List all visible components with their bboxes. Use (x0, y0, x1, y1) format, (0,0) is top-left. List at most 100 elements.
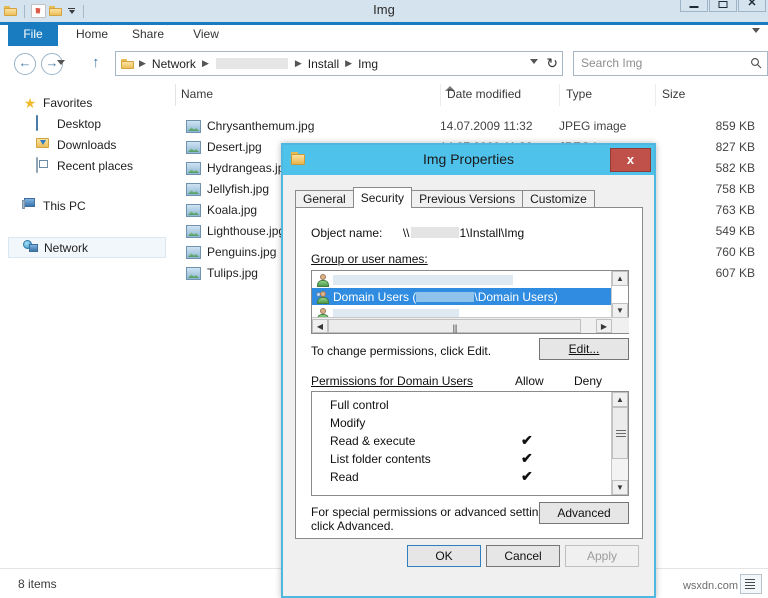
column-headers: Name Date modified Type Size (175, 84, 768, 107)
file-size: 859 KB (605, 119, 755, 133)
list-item[interactable]: Domain Users (\Domain Users) (312, 288, 611, 305)
user-domain-redacted (416, 292, 474, 302)
breadcrumb-sep-1: ▶ (198, 58, 213, 69)
advanced-button[interactable]: Advanced (539, 502, 629, 524)
tab-general[interactable]: General (295, 190, 354, 208)
jpeg-file-icon (186, 162, 201, 175)
advanced-button-label: Advanced (557, 506, 610, 520)
allow-column-header: Allow (515, 374, 544, 388)
user-list-vscrollbar[interactable]: ▲ ▼ (611, 271, 628, 318)
table-row[interactable]: List folder contents ✔ (312, 450, 611, 468)
breadcrumb-dropdown-icon[interactable] (530, 59, 538, 64)
scroll-left-icon[interactable]: ◀ (312, 319, 328, 333)
sidebar-label-downloads: Downloads (57, 138, 116, 152)
user-list[interactable]: Domain Users (\Domain Users) ▲ ▼ ◀ (311, 270, 629, 334)
permission-name: List folder contents (330, 452, 431, 466)
window-title: Img (0, 0, 768, 22)
ok-button[interactable]: OK (407, 545, 481, 567)
vscroll-thumb[interactable] (612, 407, 628, 459)
sidebar-item-favorites[interactable]: ★ Favorites (22, 92, 195, 113)
permission-name: Read & execute (330, 434, 415, 448)
window-titlebar: Img ✕ (0, 0, 768, 23)
sidebar-item-network[interactable]: Network (8, 237, 166, 258)
recent-locations-icon[interactable] (57, 60, 65, 65)
cancel-button[interactable]: Cancel (486, 545, 560, 567)
file-name: Jellyfish.jpg (207, 182, 269, 196)
column-header-name[interactable]: Name (175, 84, 440, 106)
scroll-down-icon[interactable]: ▼ (612, 303, 628, 318)
breadcrumb-img[interactable]: Img (356, 57, 380, 71)
search-icon (750, 57, 762, 69)
column-header-date[interactable]: Date modified (440, 84, 559, 106)
sidebar-label-favorites: Favorites (43, 96, 92, 110)
sidebar-label-recent-places: Recent places (57, 159, 133, 173)
scroll-up-icon[interactable]: ▲ (612, 392, 628, 407)
hscroll-thumb[interactable]: ||| (328, 319, 581, 333)
close-button[interactable]: ✕ (738, 0, 766, 12)
up-button[interactable]: ↑ (92, 56, 100, 70)
table-row[interactable]: Modify (312, 414, 611, 432)
sidebar-label-network: Network (44, 241, 88, 255)
dialog-footer: OK Cancel Apply (283, 545, 654, 591)
jpeg-file-icon (186, 225, 201, 238)
permissions-vscrollbar[interactable]: ▲ ▼ (611, 392, 628, 495)
file-date: 14.07.2009 11:32 (440, 119, 533, 133)
breadcrumb-install[interactable]: Install (306, 57, 341, 71)
tab-view[interactable]: View (182, 22, 230, 46)
file-name: Hydrangeas.jpg (207, 161, 291, 175)
breadcrumb-server-redacted[interactable] (216, 58, 288, 69)
permission-name: Full control (330, 398, 389, 412)
scroll-down-icon[interactable]: ▼ (612, 480, 628, 495)
jpeg-file-icon (186, 183, 201, 196)
breadcrumb[interactable]: ▶ Network ▶ ▶ Install ▶ Img ↻ (115, 51, 563, 76)
back-button[interactable]: ← (14, 53, 36, 75)
change-permissions-hint: To change permissions, click Edit. (311, 344, 491, 358)
table-row[interactable]: Read & execute ✔ (312, 432, 611, 450)
sidebar-item-this-pc[interactable]: This PC (22, 195, 195, 216)
edit-button[interactable]: Edit... (539, 338, 629, 360)
permission-name: Modify (330, 416, 365, 430)
ribbon-expand-icon[interactable] (752, 28, 760, 33)
column-header-size[interactable]: Size (655, 84, 768, 106)
tab-security[interactable]: Security (353, 187, 412, 208)
user-name-suffix: \Domain Users) (474, 290, 557, 304)
permissions-list[interactable]: Full control Modify Read & execute ✔ Lis… (311, 391, 629, 496)
permission-name: Read (330, 470, 359, 484)
breadcrumb-folder-icon (121, 58, 135, 70)
minimize-button[interactable] (680, 0, 708, 12)
breadcrumb-sep-3: ▶ (341, 58, 356, 69)
group-or-user-names-label: Group or user names: (311, 252, 428, 266)
refresh-icon[interactable]: ↻ (546, 55, 558, 72)
explorer-window: Img ✕ File Home Share View ← → ↑ ▶ Netwo… (0, 0, 768, 598)
user-list-hscrollbar[interactable]: ◀ ||| ▶ (312, 317, 629, 333)
table-row[interactable]: Chrysanthemum.jpg 14.07.2009 11:32 JPEG … (175, 117, 768, 138)
tab-share[interactable]: Share (124, 22, 172, 46)
tab-home[interactable]: Home (68, 22, 116, 46)
table-row[interactable]: Read ✔ (312, 468, 611, 486)
dialog-tabstrip: General Security Previous Versions Custo… (295, 187, 594, 208)
search-input[interactable]: Search Img (573, 51, 768, 76)
dialog-titlebar: Img Properties x (283, 145, 654, 175)
scroll-grip-icon (616, 430, 626, 439)
table-row[interactable]: Full control (312, 396, 611, 414)
tab-file[interactable]: File (8, 22, 58, 46)
navigation-pane: ★ Favorites Desktop Downloads Recent pla… (0, 84, 176, 568)
tab-previous-versions[interactable]: Previous Versions (411, 190, 523, 208)
maximize-button[interactable] (709, 0, 737, 12)
jpeg-file-icon (186, 204, 201, 217)
file-name: Koala.jpg (207, 203, 257, 217)
tab-customize[interactable]: Customize (522, 190, 595, 208)
details-view-button[interactable] (740, 574, 762, 594)
dialog-close-button[interactable]: x (610, 148, 651, 172)
object-name-prefix: \\ (403, 226, 410, 240)
properties-dialog: Img Properties x General Security Previo… (281, 143, 656, 598)
apply-button: Apply (565, 545, 639, 567)
list-item[interactable] (312, 271, 611, 288)
jpeg-file-icon (186, 141, 201, 154)
breadcrumb-network[interactable]: Network (150, 57, 198, 71)
column-header-type[interactable]: Type (559, 84, 655, 106)
search-placeholder: Search Img (581, 56, 642, 70)
object-name-suffix: 1\Install\Img (460, 226, 525, 240)
scroll-right-icon[interactable]: ▶ (596, 319, 612, 333)
scroll-up-icon[interactable]: ▲ (612, 271, 628, 286)
